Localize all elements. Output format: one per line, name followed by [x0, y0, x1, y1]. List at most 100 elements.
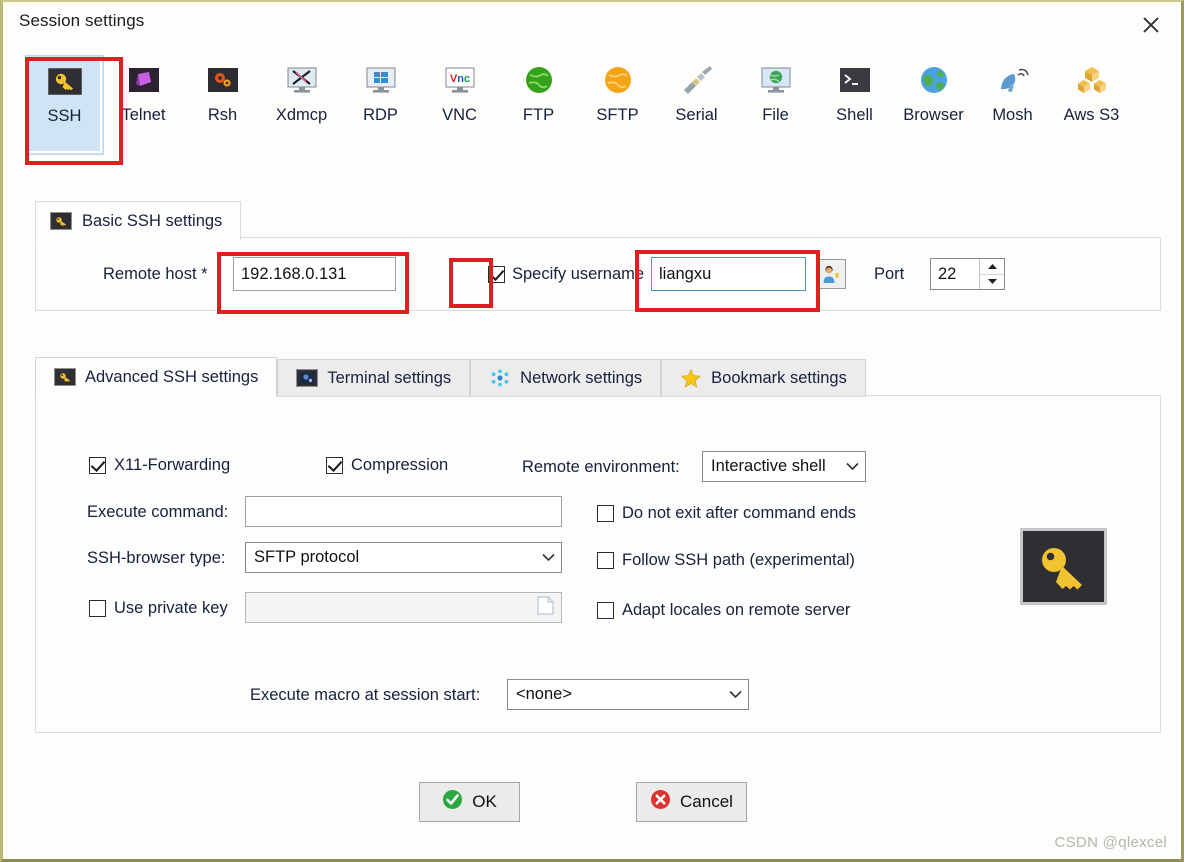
do-not-exit-label: Do not exit after command ends — [622, 504, 856, 522]
tab-network-settings[interactable]: Network settings — [470, 359, 662, 397]
use-private-key-label: Use private key — [114, 599, 228, 617]
do-not-exit-row[interactable]: Do not exit after command ends — [597, 504, 856, 523]
follow-ssh-path-checkbox[interactable] — [597, 552, 614, 569]
remote-environment-value: Interactive shell — [711, 457, 826, 475]
cancel-label: Cancel — [680, 792, 733, 811]
chevron-down-icon — [846, 457, 859, 476]
follow-ssh-path-row[interactable]: Follow SSH path (experimental) — [597, 551, 855, 570]
remote-environment-select[interactable]: Interactive shell — [702, 451, 866, 482]
specify-username-label: Specify username — [512, 264, 645, 283]
compression-row[interactable]: Compression — [326, 456, 448, 475]
protocol-rdp[interactable]: RDP — [341, 55, 420, 155]
ssh-key-icon — [54, 368, 76, 386]
private-key-path-field[interactable] — [245, 592, 562, 623]
rsh-gears-icon — [203, 64, 243, 96]
mosh-dish-icon — [993, 64, 1033, 96]
tab-label: Network settings — [520, 368, 643, 387]
protocol-browser[interactable]: Browser — [894, 55, 973, 155]
protocol-label: Mosh — [992, 106, 1033, 124]
tab-label: Bookmark settings — [711, 368, 847, 387]
terminal-icon — [296, 369, 319, 387]
compression-checkbox[interactable] — [326, 457, 343, 474]
adapt-locales-row[interactable]: Adapt locales on remote server — [597, 601, 850, 620]
protocol-label: Rsh — [207, 106, 238, 124]
protocol-toolbar: SSH Telnet Rsh Xdmcp RDP Vnc VNC FTP SFT… — [25, 55, 1175, 167]
file-share-icon — [756, 64, 796, 96]
username-input[interactable] — [651, 257, 806, 291]
protocol-xdmcp[interactable]: Xdmcp — [262, 55, 341, 155]
window-inner: Session settings SSH Telnet Rsh Xdmcp RD… — [3, 2, 1181, 859]
protocol-sftp[interactable]: SFTP — [578, 55, 657, 155]
ssh-browser-type-select[interactable]: SFTP protocol — [245, 542, 562, 573]
chevron-down-icon[interactable] — [980, 273, 1004, 289]
cancel-button[interactable]: Cancel — [636, 782, 747, 822]
protocol-label: SSH — [47, 107, 82, 125]
check-circle-icon — [442, 789, 463, 815]
x11-forwarding-row[interactable]: X11-Forwarding — [89, 456, 230, 475]
specify-username-checkbox[interactable] — [488, 265, 505, 283]
execute-command-input[interactable] — [245, 496, 562, 527]
protocol-vnc[interactable]: Vnc VNC — [420, 55, 499, 155]
ok-label: OK — [472, 792, 497, 811]
protocol-label: Telnet — [121, 106, 166, 124]
tab-terminal-settings[interactable]: Terminal settings — [277, 359, 471, 397]
settings-tabstrip: Advanced SSH settings Terminal settings — [35, 357, 866, 397]
protocol-label: Browser — [903, 106, 964, 124]
chevron-down-icon — [729, 685, 742, 704]
xdmcp-icon — [282, 64, 322, 96]
chevron-up-icon[interactable] — [980, 259, 1004, 274]
protocol-shell[interactable]: Shell — [815, 55, 894, 155]
tab-label: Terminal settings — [327, 368, 452, 387]
protocol-rsh[interactable]: Rsh — [183, 55, 262, 155]
protocol-aws-s3[interactable]: Aws S3 — [1052, 55, 1131, 155]
advanced-ssh-settings-panel: X11-Forwarding Compression Remote enviro… — [35, 395, 1161, 733]
protocol-label: RDP — [363, 106, 398, 124]
protocol-label: FTP — [522, 106, 555, 124]
protocol-mosh[interactable]: Mosh — [973, 55, 1052, 155]
advanced-settings-body: X11-Forwarding Compression Remote enviro… — [36, 396, 1160, 732]
x11-forwarding-label: X11-Forwarding — [114, 456, 231, 474]
ssh-key-large-icon — [1020, 528, 1107, 605]
file-browse-icon[interactable] — [537, 595, 554, 620]
close-icon[interactable] — [1129, 7, 1173, 43]
browser-globe-icon — [914, 64, 954, 96]
ok-button[interactable]: OK — [419, 782, 520, 822]
remote-environment-label: Remote environment: — [522, 458, 680, 476]
protocol-ssh[interactable]: SSH — [25, 55, 104, 155]
port-label: Port — [874, 264, 905, 283]
ssh-key-icon — [45, 65, 85, 97]
sftp-globe-icon — [598, 64, 638, 96]
x11-forwarding-checkbox[interactable] — [89, 457, 106, 474]
protocol-file[interactable]: File — [736, 55, 815, 155]
port-spinner-buttons — [979, 259, 1004, 289]
ssh-browser-type-value: SFTP protocol — [254, 548, 360, 566]
execute-macro-select[interactable]: <none> — [507, 679, 749, 710]
port-stepper[interactable]: 22 — [930, 258, 1005, 290]
remote-host-input[interactable] — [233, 257, 396, 291]
execute-macro-label: Execute macro at session start: — [250, 686, 481, 704]
tab-bookmark-settings[interactable]: Bookmark settings — [661, 359, 866, 397]
execute-command-label: Execute command: — [87, 503, 229, 521]
compression-label: Compression — [351, 456, 449, 474]
protocol-telnet[interactable]: Telnet — [104, 55, 183, 155]
protocol-label: SFTP — [596, 106, 639, 124]
protocol-label: File — [762, 106, 789, 124]
ssh-browser-type-label: SSH-browser type: — [87, 549, 226, 567]
chevron-down-icon — [542, 548, 555, 567]
protocol-ftp[interactable]: FTP — [499, 55, 578, 155]
do-not-exit-checkbox[interactable] — [597, 505, 614, 522]
execute-macro-value: <none> — [516, 685, 572, 703]
use-private-key-row[interactable]: Use private key — [89, 599, 228, 618]
adapt-locales-checkbox[interactable] — [597, 602, 614, 619]
x-circle-icon — [650, 789, 671, 815]
protocol-label: Serial — [675, 106, 718, 124]
basic-ssh-settings-legend: Basic SSH settings — [35, 201, 242, 241]
user-avatar-icon[interactable] — [816, 259, 846, 289]
use-private-key-checkbox[interactable] — [89, 600, 106, 617]
follow-ssh-path-label: Follow SSH path (experimental) — [622, 551, 855, 569]
basic-ssh-settings-panel: Remote host * Specify username Port 22 — [35, 237, 1161, 311]
basic-settings-row: Remote host * Specify username Port 22 — [36, 238, 1160, 310]
port-value[interactable]: 22 — [931, 259, 979, 289]
tab-advanced-ssh-settings[interactable]: Advanced SSH settings — [35, 357, 278, 397]
protocol-serial[interactable]: Serial — [657, 55, 736, 155]
